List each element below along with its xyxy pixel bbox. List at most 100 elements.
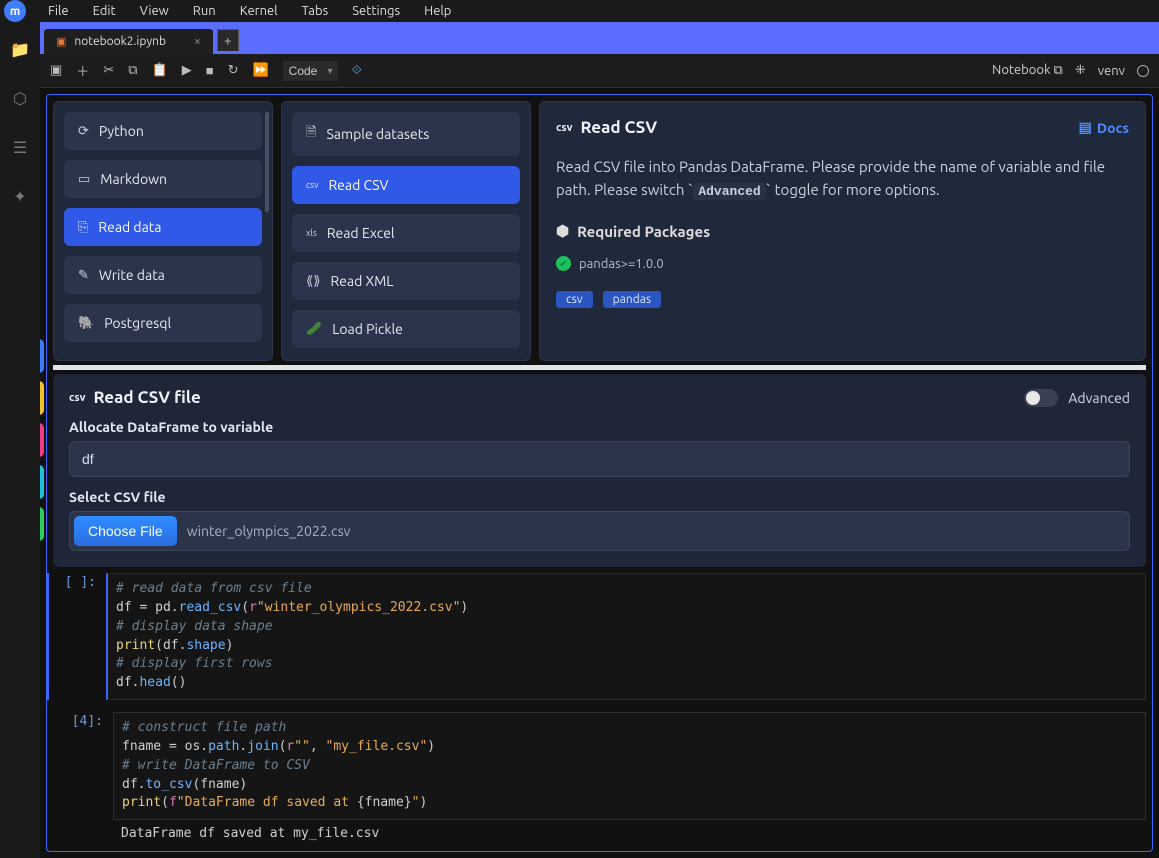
item-load-pickle[interactable]: 🥒Load Pickle [292,310,520,348]
close-icon[interactable]: × [194,35,201,48]
restart-icon[interactable]: ↻ [228,63,239,78]
item-read-excel[interactable]: xlsRead Excel [292,214,520,252]
cell-prompt: [4]: [53,712,113,820]
xml-icon: ⟪⟫ [306,274,320,289]
notebook-toolbar: ▣ ＋ ✂ ⧉ 📋 ▶ ■ ↻ ⏩ Code ⟐ Notebook ⧉ ⁜ ve… [40,54,1159,88]
kernel-name[interactable]: venv [1098,64,1125,78]
code-editor[interactable]: # read data from csv file df = pd.read_c… [106,573,1146,700]
notebook-icon: ▣ [56,35,66,48]
docs-icon: ▤ [1079,119,1092,136]
activity-bar: 📁 ⬡ ☰ ✦ [0,22,40,858]
tag-csv[interactable]: csv [556,291,593,308]
file-label: Select CSV file [69,489,1130,505]
csv-icon: csv [69,392,85,404]
package-icon: ⬢ [556,222,569,240]
run-icon[interactable]: ▶ [182,63,192,78]
required-packages-heading: ⬢Required Packages [556,222,1129,240]
variable-input[interactable] [69,441,1130,477]
tabstrip: ▣ notebook2.ipynb × + [40,22,1159,54]
sidebtn-add[interactable]: ＋ [40,465,44,499]
cell-type-select[interactable]: Code [283,61,338,81]
menu-settings[interactable]: Settings [342,0,410,22]
read-icon: ⎘ [78,220,88,235]
app-logo: m [4,0,26,22]
new-tab-button[interactable]: + [217,29,239,51]
tag-pandas[interactable]: pandas [603,291,661,308]
piece-icon[interactable]: ⟐ [352,63,362,78]
recipe-form: csvRead CSV file Advanced Allocate DataF… [53,374,1146,567]
drag-divider[interactable] [53,365,1146,370]
tab-notebook[interactable]: ▣ notebook2.ipynb × [44,29,213,54]
menubar: m File Edit View Run Kernel Tabs Setting… [0,0,1159,22]
code-cell[interactable]: [4]: # construct file path fname = os.pa… [53,712,1146,820]
category-python[interactable]: ⟳Python [64,112,262,150]
python-icon: ⟳ [78,124,89,139]
markdown-icon: ▭ [78,172,90,187]
cell-output: DataFrame df saved at my_file.csv [113,822,1146,845]
file-input-row: Choose File winter_olympics_2022.csv [69,511,1130,551]
sidebtn-api[interactable]: ⌘ [40,381,44,415]
menu-file[interactable]: File [38,0,79,22]
menu-kernel[interactable]: Kernel [230,0,288,22]
category-read-data[interactable]: ⎘Read data [64,208,262,246]
mode-label[interactable]: Notebook ⧉ [992,63,1063,78]
toggle-switch[interactable] [1024,389,1058,407]
check-icon [556,256,571,271]
advanced-toggle[interactable]: Advanced [1024,389,1130,407]
docs-link[interactable]: ▤Docs [1079,119,1129,136]
save-icon[interactable]: ▣ [50,63,62,78]
bug-icon[interactable]: ⁜ [1075,63,1086,78]
write-icon: ✎ [78,268,89,283]
xls-icon: xls [306,228,317,238]
recipe-title: csv Read CSV ▤Docs [556,118,1129,137]
file-icon: 🗎 [306,123,316,145]
csv-icon: csv [556,122,572,134]
recipe-category-list[interactable]: ⟳Python ▭Markdown ⎘Read data ✎Write data… [53,101,273,361]
folder-icon[interactable]: 📁 [10,40,30,59]
list-icon[interactable]: ☰ [13,138,27,157]
cut-icon[interactable]: ✂ [103,63,114,78]
open-icon: ⧉ [1054,63,1063,77]
code-editor[interactable]: # construct file path fname = os.path.jo… [113,712,1146,820]
cell-prompt: [ ]: [46,573,106,700]
sidebtn-run[interactable]: ▶ [40,507,44,541]
menu-tabs[interactable]: Tabs [292,0,339,22]
category-postgresql[interactable]: 🐘Postgresql [64,304,262,342]
recipe-tags: csv pandas [556,291,1129,308]
menu-run[interactable]: Run [183,0,226,22]
recipe-item-list[interactable]: 🗎Sample datasets csvRead CSV xlsRead Exc… [281,101,531,361]
recipe-browser: ⟳Python ▭Markdown ⎘Read data ✎Write data… [53,101,1146,361]
postgres-icon: 🐘 [78,316,94,331]
filename-label: winter_olympics_2022.csv [177,523,351,539]
copy-icon[interactable]: ⧉ [128,63,137,78]
stop-icon[interactable]: ■ [206,63,214,78]
menu-help[interactable]: Help [414,0,461,22]
sidebtn-swap[interactable]: ⇄ [40,339,44,373]
code-cell[interactable]: [ ]: # read data from csv file df = pd.r… [53,573,1146,700]
sidebtn-delete[interactable]: 🗑 [40,423,44,457]
kernel-status-icon[interactable] [1137,65,1149,77]
item-read-csv[interactable]: csvRead CSV [292,166,520,204]
category-write-data[interactable]: ✎Write data [64,256,262,294]
recipe-description: Read CSV file into Pandas DataFrame. Ple… [556,155,1129,202]
pickle-icon: 🥒 [306,322,322,337]
fastforward-icon[interactable]: ⏩ [252,63,268,78]
notebook-cell-frame: ⇄ ⌘ 🗑 ＋ ▶ ⟳Python ▭Markdown ⎘Read data ✎… [46,94,1153,852]
menu-edit[interactable]: Edit [83,0,126,22]
var-label: Allocate DataFrame to variable [69,419,1130,435]
paste-icon[interactable]: 📋 [152,63,168,78]
puzzle-icon[interactable]: ✦ [13,187,26,206]
hex-icon[interactable]: ⬡ [13,89,27,108]
item-sample-datasets[interactable]: 🗎Sample datasets [292,112,520,156]
add-cell-icon[interactable]: ＋ [76,61,89,80]
item-read-xml[interactable]: ⟪⟫Read XML [292,262,520,300]
recipe-detail: csv Read CSV ▤Docs Read CSV file into Pa… [539,101,1146,361]
menu-view[interactable]: View [130,0,179,22]
package-line: pandas>=1.0.0 [556,256,1129,271]
category-markdown[interactable]: ▭Markdown [64,160,262,198]
cell-side-actions: ⇄ ⌘ 🗑 ＋ ▶ [40,339,44,541]
choose-file-button[interactable]: Choose File [74,516,177,546]
csv-icon: csv [306,180,318,190]
form-title: csvRead CSV file [69,388,201,407]
tab-title: notebook2.ipynb [74,35,166,48]
